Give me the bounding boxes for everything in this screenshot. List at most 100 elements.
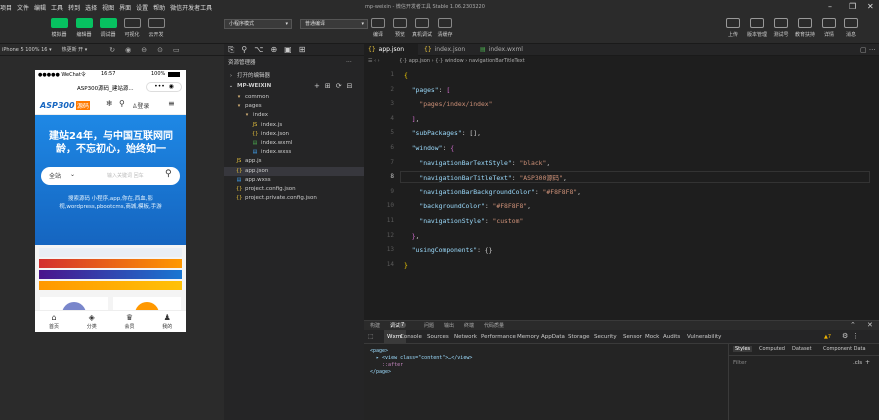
toolbar-upload-button[interactable]: 上传	[720, 18, 746, 38]
tree-item[interactable]: ▤ index.wxss	[224, 148, 292, 157]
toolbar-debug-button[interactable]: 调试器	[96, 18, 120, 38]
devtools-tab[interactable]: Audits	[663, 330, 680, 344]
devtools-panel-tab[interactable]: 终端	[464, 322, 474, 329]
capsule-button[interactable]: ••• ◉	[146, 82, 182, 92]
code-line[interactable]: {	[404, 71, 408, 79]
devtools-tab[interactable]: Vulnerability	[687, 330, 721, 344]
dom-node[interactable]: ▸ <view class="content">…</view>	[370, 355, 472, 361]
toolbar-bell-button[interactable]: 消息	[838, 18, 864, 38]
editor-tab[interactable]: ▤ index.wxml	[476, 44, 530, 56]
dom-node[interactable]: ::after	[370, 362, 403, 368]
tab-crown[interactable]: ♛ 会员	[111, 313, 149, 330]
tree-item[interactable]: JS app.js	[224, 157, 262, 166]
tree-item[interactable]: JS index.js	[224, 121, 283, 130]
project-root[interactable]: ⌄ MP-WEIXIN	[228, 82, 271, 91]
devtools-tab[interactable]: Sensor	[623, 330, 642, 344]
menu-item[interactable]: 文件	[17, 3, 29, 12]
code-line[interactable]: "navigationStyle": "custom"	[404, 217, 523, 225]
toolbar-test-button[interactable]: 测试号	[768, 18, 794, 38]
device-select[interactable]: iPhone 5 100% 16 ▾	[2, 47, 52, 53]
inspect-icon[interactable]: ⬚	[368, 333, 374, 340]
tab-user[interactable]: ♟ 我的	[148, 313, 186, 330]
toolbar-device-button[interactable]: 真机调试	[410, 18, 434, 38]
devtools-tab[interactable]: Network	[454, 330, 477, 344]
styles-tab[interactable]: Styles	[733, 346, 753, 352]
explorer-action-icons[interactable]: ⎘⚲⌥⊕▣⊞	[228, 45, 312, 55]
code-line[interactable]: "navigationBarBackgroundColor": "#F8F8F8…	[404, 188, 581, 196]
menu-item[interactable]: 项目	[0, 3, 12, 12]
hot-reload-select[interactable]: 热更新 开 ▾	[62, 46, 88, 53]
more-icon[interactable]: ···	[346, 59, 352, 66]
editor-tab[interactable]: {} index.json	[420, 44, 474, 56]
ad-banner[interactable]	[39, 259, 182, 268]
close-icon[interactable]: ✕	[867, 2, 874, 11]
tab-layers[interactable]: ◈ 分类	[73, 313, 111, 330]
nav-arrows-icon[interactable]: ☰ ‹ ›	[368, 58, 380, 64]
open-editors-section[interactable]: › 打开的编辑器	[228, 72, 270, 81]
cls-toggle[interactable]: .cls	[853, 360, 862, 366]
tree-item[interactable]: ▾ common	[224, 93, 269, 102]
tree-item[interactable]: {} project.private.config.json	[224, 194, 317, 203]
code-line[interactable]: "usingComponents": {}	[404, 246, 493, 254]
toolbar-clear-button[interactable]: 清缓存	[433, 18, 457, 38]
menu-item[interactable]: 帮助	[153, 3, 165, 12]
warning-count[interactable]: ▲7	[824, 334, 831, 340]
tree-item[interactable]: ▤ app.wxss	[224, 176, 271, 185]
devtools-panel-tab[interactable]: 代码质量	[484, 322, 504, 329]
tree-item[interactable]: {} index.json	[224, 130, 289, 139]
devtools-tab[interactable]: Memory	[517, 330, 539, 344]
code-line[interactable]: "window": {	[404, 144, 454, 152]
styles-tab[interactable]: Dataset	[792, 346, 812, 352]
tab-home[interactable]: ⌂ 首页	[35, 313, 73, 330]
code-line[interactable]: "pages/index/index"	[404, 100, 492, 108]
tree-item[interactable]: ▤ index.wxml	[224, 139, 293, 148]
code-line[interactable]: ],	[404, 115, 420, 123]
menu-item[interactable]: 视图	[102, 3, 114, 12]
devtools-tab[interactable]: Mock	[645, 330, 659, 344]
login-link[interactable]: ♙登录	[132, 101, 149, 110]
snowflake-icon[interactable]: ❄	[106, 99, 113, 108]
tree-item[interactable]: ▾ pages	[224, 102, 262, 111]
wxml-tree[interactable]: <page> ▸ <view class="content">…</view> …	[364, 344, 728, 420]
minimize-icon[interactable]: –	[828, 2, 832, 11]
maximize-icon[interactable]: ❐	[849, 2, 856, 11]
menu-item[interactable]: 界面	[119, 3, 131, 12]
toolbar-edu-button[interactable]: 教育扶持	[792, 18, 818, 38]
explorer-root-actions[interactable]: +⊞⟳⊟	[314, 82, 357, 90]
devtools-panel-tab[interactable]: 输出	[444, 322, 454, 329]
ad-banner[interactable]	[39, 270, 182, 279]
search-scope-select[interactable]: 全站	[49, 171, 61, 180]
toolbar-code-button[interactable]: 编辑器	[72, 18, 96, 38]
split-editor-icon[interactable]: ▢ ···	[860, 46, 876, 54]
code-line[interactable]: },	[404, 232, 420, 240]
dom-node[interactable]: </page>	[370, 369, 391, 375]
close-panel-icon[interactable]: ✕	[867, 321, 873, 329]
search-icon[interactable]: ⚲	[119, 99, 125, 108]
toolbar-refresh-button[interactable]: 编译	[366, 18, 390, 38]
toolbar-eye-button[interactable]: 预览	[388, 18, 412, 38]
code-line[interactable]: "navigationBarTextStyle": "black",	[404, 159, 550, 167]
devtools-tab[interactable]: Sources	[427, 330, 449, 344]
menu-item[interactable]: 设置	[136, 3, 148, 12]
devtools-panel-tab[interactable]: 构建	[370, 322, 380, 329]
tree-item[interactable]: ▾ index	[224, 111, 268, 120]
collapse-icon[interactable]: ⌃	[850, 321, 856, 329]
code-editor[interactable]: 1 {2 "pages": [3 "pages/index/index" 4 ], 5…	[364, 67, 879, 320]
devtools-tab[interactable]: Console	[400, 330, 422, 344]
tree-item[interactable]: {} project.config.json	[224, 185, 296, 194]
toolbar-branch-button[interactable]: 版本管理	[744, 18, 770, 38]
menu-item[interactable]: 工具	[51, 3, 63, 12]
devtools-tab[interactable]: Storage	[568, 330, 590, 344]
code-line[interactable]: "subPackages": [],	[404, 129, 481, 137]
dom-node[interactable]: <page>	[370, 348, 388, 354]
menu-item[interactable]: 选择	[85, 3, 97, 12]
devtools-tab[interactable]: AppData	[541, 330, 565, 344]
compile-select[interactable]: 普通编译 ▾	[300, 19, 368, 29]
search-box[interactable]: 全站 ⌄ 输入关键词 回车 ⚲	[41, 167, 180, 185]
code-line[interactable]: "backgroundColor": "#F8F8F8",	[404, 202, 531, 210]
editor-tab[interactable]: {} app.json	[364, 44, 418, 56]
ad-banner[interactable]	[39, 281, 182, 290]
devtools-panel-tab[interactable]: 问题	[424, 322, 434, 329]
mode-select[interactable]: 小程序模式 ▾	[224, 19, 292, 29]
devtools-tab[interactable]: Security	[594, 330, 617, 344]
